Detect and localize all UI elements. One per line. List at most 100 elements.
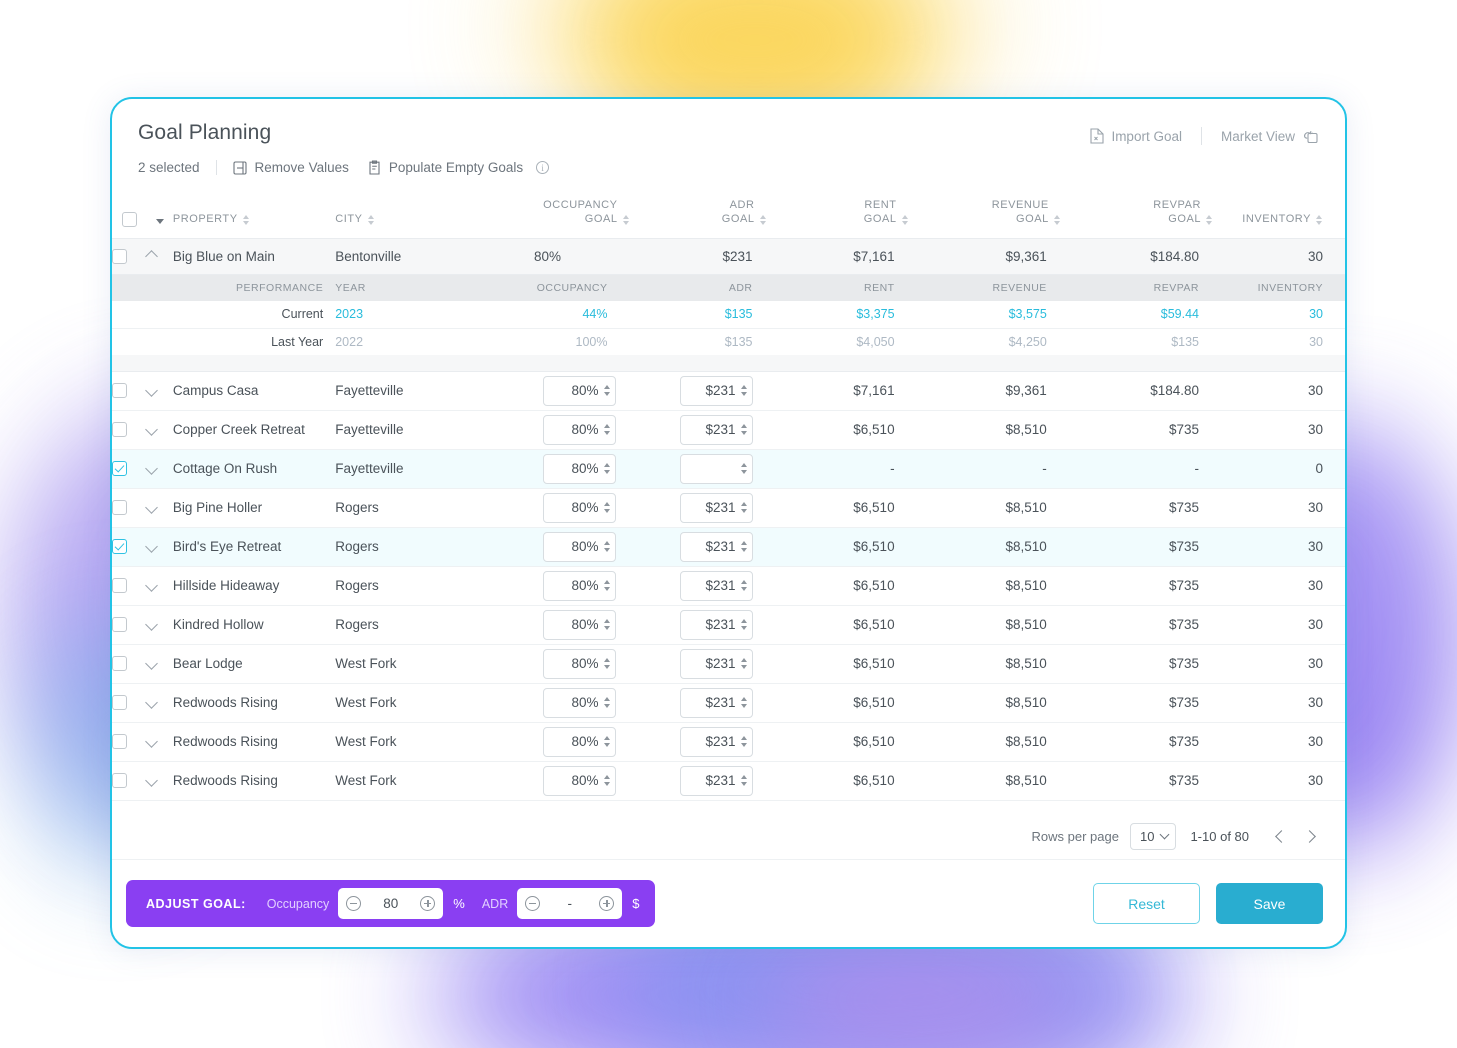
- table-row[interactable]: Kindred Hollow Rogers 80% $231 $6,510 $8,510 $…: [112, 605, 1345, 645]
- table-row[interactable]: Redwoods Rising West Fork 80% $231 $6,510 $8,…: [112, 722, 1345, 762]
- save-button[interactable]: Save: [1216, 883, 1323, 924]
- chevron-down-icon[interactable]: [144, 774, 158, 787]
- import-goal-button[interactable]: Import Goal: [1090, 128, 1182, 144]
- table-row-expanded-parent[interactable]: Big Blue on Main Bentonville 80% $231 $7…: [112, 238, 1345, 275]
- occupancy-goal-input[interactable]: 80%: [542, 609, 616, 640]
- occupancy-goal-input[interactable]: 80%: [542, 414, 616, 445]
- minus-circle-icon[interactable]: [525, 896, 541, 911]
- table-row[interactable]: Bird's Eye Retreat Rogers 80% $231 $6,510 $8,…: [112, 527, 1345, 567]
- column-header-rent-goal[interactable]: RENT GOAL: [766, 189, 909, 239]
- row-checkbox[interactable]: [112, 383, 127, 399]
- sort-icon-inventory[interactable]: [1316, 214, 1323, 225]
- adr-stepper[interactable]: -: [517, 888, 623, 919]
- row-checkbox[interactable]: [112, 500, 127, 516]
- column-header-adr-goal[interactable]: ADR GOAL: [629, 189, 767, 239]
- chevron-up-icon[interactable]: [144, 249, 158, 263]
- market-view-button[interactable]: Market View: [1221, 129, 1319, 144]
- row-checkbox[interactable]: [112, 773, 127, 789]
- spinner-icon[interactable]: [740, 580, 747, 591]
- table-row[interactable]: Cottage On Rush Fayetteville 80% - - -0: [112, 449, 1345, 489]
- chevron-down-icon[interactable]: [144, 384, 158, 397]
- row-checkbox[interactable]: [112, 734, 127, 750]
- chevron-down-icon[interactable]: [144, 696, 158, 709]
- spinner-icon[interactable]: [603, 658, 610, 669]
- minus-circle-icon[interactable]: [346, 896, 362, 911]
- column-header-inventory[interactable]: INVENTORY: [1213, 189, 1345, 239]
- spinner-icon[interactable]: [740, 502, 747, 513]
- occupancy-goal-input[interactable]: 80%: [542, 492, 616, 523]
- occupancy-goal-input[interactable]: 80%: [542, 375, 616, 406]
- adr-goal-input[interactable]: $231: [679, 765, 753, 796]
- sort-icon-city[interactable]: [367, 214, 375, 225]
- spinner-icon[interactable]: [603, 463, 610, 474]
- plus-circle-icon[interactable]: [599, 896, 615, 911]
- row-checkbox[interactable]: [112, 656, 127, 672]
- sort-icon-rent-goal[interactable]: [901, 214, 909, 225]
- remove-values-button[interactable]: Remove Values: [232, 160, 349, 175]
- spinner-icon[interactable]: [740, 541, 747, 552]
- spinner-icon[interactable]: [740, 775, 747, 786]
- chevron-down-icon[interactable]: [144, 579, 158, 592]
- occupancy-goal-input[interactable]: 80%: [542, 648, 616, 679]
- adr-goal-input[interactable]: $231: [679, 375, 753, 406]
- spinner-icon[interactable]: [740, 463, 747, 474]
- occupancy-goal-input[interactable]: 80%: [542, 570, 616, 601]
- table-row[interactable]: Redwoods Rising West Fork 80% $231 $6,510 $8,…: [112, 683, 1345, 723]
- select-all-checkbox[interactable]: [121, 211, 137, 227]
- occupancy-goal-input[interactable]: 80%: [542, 726, 616, 757]
- adr-goal-input[interactable]: $231: [679, 531, 753, 562]
- occupancy-stepper[interactable]: 80: [338, 888, 444, 919]
- adr-goal-input[interactable]: $231: [679, 609, 753, 640]
- occupancy-goal-input[interactable]: 80%: [542, 765, 616, 796]
- chevron-down-icon[interactable]: [144, 657, 158, 670]
- occupancy-goal-input[interactable]: 80%: [542, 687, 616, 718]
- plus-circle-icon[interactable]: [420, 896, 436, 911]
- adr-goal-input[interactable]: $231: [679, 687, 753, 718]
- spinner-icon[interactable]: [740, 736, 747, 747]
- previous-page-button[interactable]: [1267, 829, 1295, 844]
- table-row[interactable]: Campus Casa Fayetteville 80% $231 $7,161 $9,3…: [112, 371, 1345, 411]
- row-checkbox[interactable]: [112, 422, 127, 438]
- chevron-down-icon[interactable]: [144, 540, 158, 553]
- chevron-down-icon[interactable]: [144, 618, 158, 631]
- spinner-icon[interactable]: [603, 385, 610, 396]
- sort-icon-occupancy-goal[interactable]: [622, 214, 630, 225]
- spinner-icon[interactable]: [740, 424, 747, 435]
- adr-goal-input[interactable]: $231: [679, 414, 753, 445]
- sort-icon-revenue-goal[interactable]: [1053, 214, 1061, 225]
- rows-per-page-select[interactable]: 10: [1129, 822, 1177, 850]
- adr-goal-input[interactable]: $231: [679, 570, 753, 601]
- table-row[interactable]: Redwoods Rising West Fork 80% $231 $6,510 $8,…: [112, 761, 1345, 801]
- table-row[interactable]: Bear Lodge West Fork 80% $231 $6,510 $8,510 $7…: [112, 644, 1345, 684]
- column-header-city[interactable]: CITY: [335, 189, 488, 239]
- spinner-icon[interactable]: [740, 385, 747, 396]
- spinner-icon[interactable]: [603, 502, 610, 513]
- spinner-icon[interactable]: [740, 619, 747, 630]
- info-icon[interactable]: i: [536, 161, 550, 174]
- occupancy-goal-input[interactable]: 80%: [542, 531, 616, 562]
- sort-icon-adr-goal[interactable]: [759, 214, 767, 225]
- column-header-revpar-goal[interactable]: REVPAR GOAL: [1060, 189, 1214, 239]
- sort-icon-property[interactable]: [242, 214, 250, 225]
- row-checkbox[interactable]: [112, 695, 127, 711]
- row-checkbox[interactable]: [112, 617, 127, 633]
- adr-goal-input[interactable]: $231: [679, 648, 753, 679]
- spinner-icon[interactable]: [603, 424, 610, 435]
- spinner-icon[interactable]: [603, 541, 610, 552]
- spinner-icon[interactable]: [740, 658, 747, 669]
- spinner-icon[interactable]: [603, 580, 610, 591]
- occupancy-goal-input[interactable]: 80%: [542, 453, 616, 484]
- column-header-revenue-goal[interactable]: REVENUE GOAL: [908, 189, 1061, 239]
- chevron-down-icon[interactable]: [144, 735, 158, 748]
- adr-goal-input[interactable]: [679, 453, 753, 484]
- adr-goal-input[interactable]: $231: [679, 726, 753, 757]
- adr-goal-input[interactable]: $231: [679, 492, 753, 523]
- spinner-icon[interactable]: [603, 697, 610, 708]
- spinner-icon[interactable]: [603, 619, 610, 630]
- next-page-button[interactable]: [1295, 829, 1323, 844]
- chevron-down-icon[interactable]: [144, 501, 158, 514]
- reset-button[interactable]: Reset: [1093, 883, 1200, 924]
- row-checkbox[interactable]: [112, 578, 127, 594]
- table-row[interactable]: Big Pine Holler Rogers 80% $231 $6,510 $8,510…: [112, 488, 1345, 528]
- column-header-occupancy-goal[interactable]: OCCUPANCY GOAL: [487, 189, 630, 239]
